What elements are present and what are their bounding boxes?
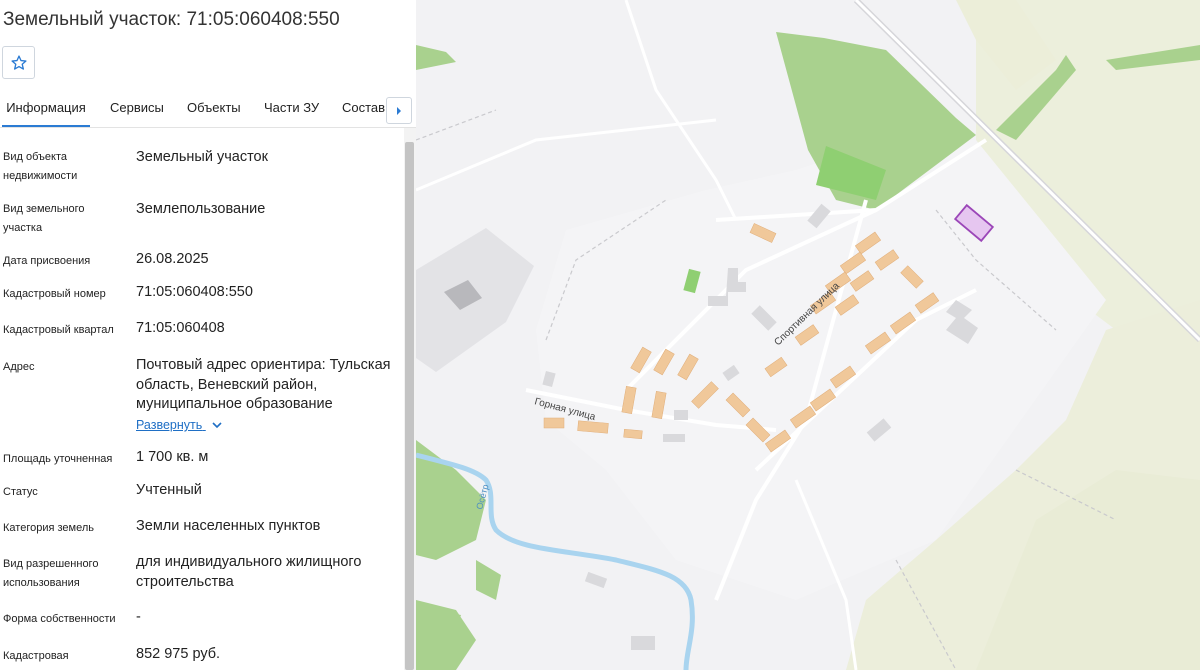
tab-composition[interactable]: Состав [342,92,385,125]
property-value: для индивидуального жилищного строительс… [136,554,362,590]
property-value: 26.08.2025 [136,251,209,267]
property-value: Землепользование [136,201,266,217]
address-value: Почтовый адрес ориентира: Тульская облас… [136,357,391,412]
info-panel: Земельный участок: 71:05:060408:550 Инфо… [0,0,416,670]
property-label: Кадастровый квартал [3,324,114,336]
property-value: 71:05:060408:550 [136,284,253,300]
property-label: Вид разрешенного использования [3,558,99,589]
property-label: Кадастровый номер [3,288,106,300]
tab-services[interactable]: Сервисы [110,92,164,125]
property-value: 71:05:060408 [136,320,225,336]
expand-link[interactable]: Развернуть [136,418,222,432]
chevron-down-icon [212,422,222,429]
property-value: 1 700 кв. м [136,449,209,465]
property-label: Статус [3,486,38,498]
map-canvas[interactable]: Горная улица Спортивная улица Осётр [416,0,1200,670]
tab-information[interactable]: Информация [2,92,90,127]
property-label: Кадастровая [3,650,69,662]
property-value: Земли населенных пунктов [136,518,321,534]
property-value: 852 975 руб. [136,646,221,662]
tab-bar: Информация Сервисы Объекты Части ЗУ Сост… [0,92,416,128]
property-label: Вид земельного участка [3,203,85,234]
star-outline-icon [10,54,27,70]
property-label: Адрес [3,361,35,373]
property-value: Земельный участок [136,149,268,165]
expand-label: Развернуть [136,418,203,432]
property-label: Категория земель [3,522,94,534]
property-value: - [136,609,141,625]
property-value: Учтенный [136,482,202,498]
property-list: Вид объекта недвижимости Земельный участ… [0,128,403,670]
property-label: Форма собственности [3,613,116,625]
property-label: Вид объекта недвижимости [3,151,78,182]
map-view[interactable]: Горная улица Спортивная улица Осётр [416,0,1200,670]
tab-objects[interactable]: Объекты [187,92,241,125]
property-label: Площадь уточненная [3,453,113,465]
page-title: Земельный участок: 71:05:060408:550 [3,9,340,30]
tabs-next-button[interactable] [386,97,412,124]
scrollbar-thumb[interactable] [405,142,414,670]
tab-parts[interactable]: Части ЗУ [264,92,319,125]
property-label: Дата присвоения [3,255,91,267]
chevron-right-icon [397,106,401,115]
favorite-button[interactable] [2,46,35,79]
